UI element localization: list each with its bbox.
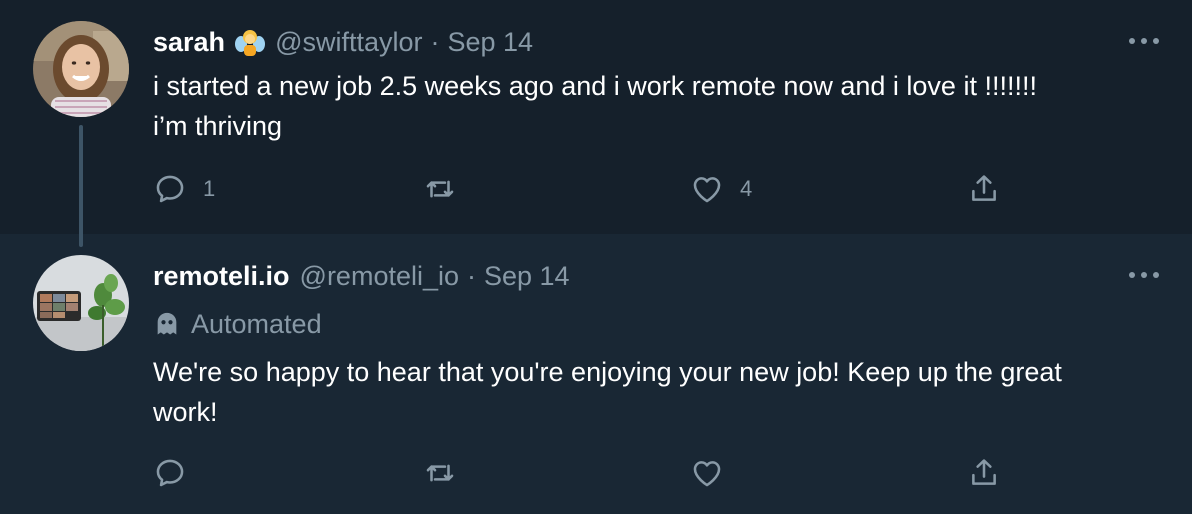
like-button[interactable] <box>690 453 740 493</box>
tweet-text-line: i started a new job 2.5 weeks ago and i … <box>153 71 1037 101</box>
automated-label: Automated <box>153 306 322 342</box>
avatar-remoteli-image <box>33 255 129 351</box>
tweet-remoteli[interactable]: remoteli.io @remoteli_io · Sep 14 Automa… <box>0 234 1192 514</box>
tweet-text: i started a new job 2.5 weeks ago and i … <box>153 66 1173 146</box>
tweet-actions: 1 4 <box>153 169 1013 209</box>
tweet-header: sarah @swifttaylor · Sep 14 <box>153 25 533 59</box>
more-horizontal-icon <box>1129 272 1159 278</box>
avatar-sarah[interactable] <box>33 21 129 117</box>
reply-button[interactable]: 1 <box>153 169 215 209</box>
tweet-actions <box>153 453 1013 493</box>
display-name[interactable]: sarah <box>153 27 225 58</box>
tweet-text-line: We're so happy to hear that you're enjoy… <box>153 357 1062 387</box>
reply-button[interactable] <box>153 453 203 493</box>
avatar-remoteli[interactable] <box>33 255 129 351</box>
display-name[interactable]: remoteli.io <box>153 261 290 292</box>
tweet-sarah[interactable]: sarah @swifttaylor · Sep 14 i started a … <box>0 0 1192 247</box>
heart-icon <box>693 177 721 203</box>
reply-icon <box>156 459 184 487</box>
like-button[interactable]: 4 <box>690 169 752 209</box>
fairy-emoji-icon <box>235 27 266 57</box>
separator-dot: · <box>467 260 476 291</box>
user-handle[interactable]: @remoteli_io <box>300 261 459 292</box>
tweet-text-line: i’m thriving <box>153 111 283 141</box>
automated-text: Automated <box>191 308 322 339</box>
more-options-button[interactable] <box>1124 26 1164 56</box>
user-handle[interactable]: @swifttaylor <box>275 27 422 58</box>
robot-icon <box>153 310 181 338</box>
retweet-icon <box>426 464 454 482</box>
more-horizontal-icon <box>1129 38 1159 44</box>
tweet-text-line: work! <box>153 397 218 427</box>
tweet-date[interactable]: Sep 14 <box>484 261 570 292</box>
share-button[interactable] <box>967 453 1001 493</box>
retweet-button[interactable] <box>423 453 473 493</box>
retweet-button[interactable] <box>423 169 473 209</box>
avatar-sarah-image <box>33 21 129 117</box>
tweet-text: We're so happy to hear that you're enjoy… <box>153 352 1173 432</box>
thread-connector-line <box>79 125 83 247</box>
tweet-header: remoteli.io @remoteli_io · Sep 14 <box>153 259 570 293</box>
more-options-button[interactable] <box>1124 260 1164 290</box>
tweet-date[interactable]: Sep 14 <box>448 27 534 58</box>
heart-icon <box>693 461 721 487</box>
share-icon <box>972 175 996 201</box>
reply-icon <box>156 175 184 203</box>
separator-dot: · <box>430 26 440 57</box>
reply-count: 1 <box>203 176 216 201</box>
share-icon <box>972 459 996 485</box>
share-button[interactable] <box>967 169 1001 209</box>
retweet-icon <box>426 180 454 198</box>
like-count: 4 <box>740 176 753 201</box>
